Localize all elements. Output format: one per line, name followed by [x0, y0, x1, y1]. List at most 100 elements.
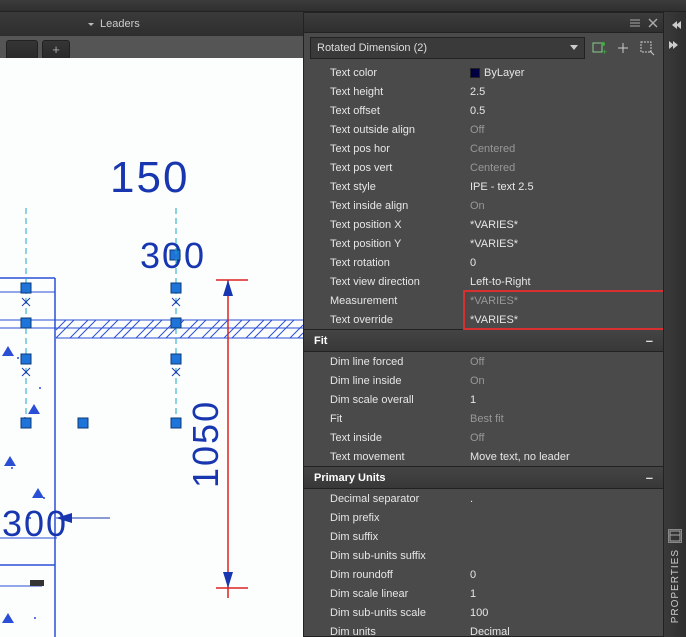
prop-value[interactable]: Off: [466, 356, 663, 368]
prop-text_movement[interactable]: Text movementMove text, no leader: [304, 447, 663, 466]
prop-value[interactable]: Off: [466, 124, 663, 136]
prop-value[interactable]: On: [466, 375, 663, 387]
grip: [170, 250, 180, 260]
prop-value[interactable]: *VARIES*: [466, 314, 663, 326]
prop-dim_scale_overall[interactable]: Dim scale overall1: [304, 390, 663, 409]
new-tab-button[interactable]: +: [42, 40, 70, 58]
collapse-left-icon[interactable]: [668, 18, 682, 32]
prop-value[interactable]: ByLayer: [466, 67, 663, 79]
prop-value[interactable]: Centered: [466, 162, 663, 174]
prop-text_pos_hor[interactable]: Text pos horCentered: [304, 139, 663, 158]
drawing-tab[interactable]: [6, 40, 38, 58]
prop-text_inside_align[interactable]: Text inside alignOn: [304, 196, 663, 215]
prop-label: Text view direction: [304, 276, 466, 288]
properties-icon[interactable]: [668, 529, 682, 543]
prop-value[interactable]: IPE - text 2.5: [466, 181, 663, 193]
drawing-area: Leaders +: [0, 12, 303, 637]
collapse-right-icon[interactable]: [668, 38, 682, 52]
prop-dim_line_inside[interactable]: Dim line insideOn: [304, 371, 663, 390]
prop-value[interactable]: Move text, no leader: [466, 451, 663, 463]
prop-value[interactable]: *VARIES*: [466, 219, 663, 231]
prop-text_outside_align[interactable]: Text outside alignOff: [304, 120, 663, 139]
prop-label: Measurement: [304, 295, 466, 307]
pickadd-button[interactable]: [613, 38, 633, 58]
prop-value[interactable]: 2.5: [466, 86, 663, 98]
prop-dim_scale_linear[interactable]: Dim scale linear1: [304, 584, 663, 603]
panel-menu-icon[interactable]: [627, 15, 643, 31]
prop-label: Dim prefix: [304, 512, 466, 524]
prop-label: Text position Y: [304, 238, 466, 250]
prop-value[interactable]: .: [466, 493, 663, 505]
prop-value[interactable]: 1: [466, 394, 663, 406]
prop-value[interactable]: 1: [466, 588, 663, 600]
selection-type-text: Rotated Dimension (2): [317, 42, 427, 54]
panel-close-icon[interactable]: [645, 15, 661, 31]
svg-text:+: +: [602, 47, 607, 56]
prop-label: Dim scale linear: [304, 588, 466, 600]
prop-label: Text movement: [304, 451, 466, 463]
prop-label: Decimal separator: [304, 493, 466, 505]
prop-text_view_direction[interactable]: Text view directionLeft-to-Right: [304, 272, 663, 291]
expand-icon: [88, 23, 94, 26]
window-toolbar: [0, 0, 686, 12]
prop-value[interactable]: 0.5: [466, 105, 663, 117]
properties-tab-label[interactable]: PROPERTIES: [670, 549, 681, 623]
prop-dim_suffix[interactable]: Dim suffix: [304, 527, 663, 546]
dim-300-left: 300: [2, 503, 68, 544]
prop-label: Text style: [304, 181, 466, 193]
ribbon-group-label: Leaders: [100, 18, 140, 30]
prop-measurement[interactable]: Measurement*VARIES*: [304, 291, 663, 310]
prop-text_position_x[interactable]: Text position X*VARIES*: [304, 215, 663, 234]
chevron-down-icon: [570, 42, 578, 54]
drawing-tab-bar: +: [0, 36, 303, 58]
prop-text_position_y[interactable]: Text position Y*VARIES*: [304, 234, 663, 253]
prop-dim_sub_units_suffix[interactable]: Dim sub-units suffix: [304, 546, 663, 565]
prop-decimal_separator[interactable]: Decimal separator.: [304, 489, 663, 508]
select-objects-button[interactable]: [637, 38, 657, 58]
prop-value[interactable]: Decimal: [466, 626, 663, 637]
prop-dim_roundoff[interactable]: Dim roundoff0: [304, 565, 663, 584]
prop-label: Dim line inside: [304, 375, 466, 387]
prop-text_style[interactable]: Text styleIPE - text 2.5: [304, 177, 663, 196]
prop-value[interactable]: Centered: [466, 143, 663, 155]
prop-value[interactable]: Left-to-Right: [466, 276, 663, 288]
prop-label: Text outside align: [304, 124, 466, 136]
prop-text_pos_vert[interactable]: Text pos vertCentered: [304, 158, 663, 177]
prop-value[interactable]: 0: [466, 569, 663, 581]
prop-value[interactable]: 100: [466, 607, 663, 619]
prop-text_height[interactable]: Text height2.5: [304, 82, 663, 101]
quick-select-button[interactable]: +: [589, 38, 609, 58]
prop-value[interactable]: On: [466, 200, 663, 212]
prop-dim_sub_units_scale[interactable]: Dim sub-units scale100: [304, 603, 663, 622]
prop-value[interactable]: *VARIES*: [466, 295, 663, 307]
prop-text_rotation[interactable]: Text rotation0: [304, 253, 663, 272]
prop-label: Dim sub-units suffix: [304, 550, 466, 562]
drawing-canvas[interactable]: 1050 300 300 150: [0, 58, 303, 637]
prop-dim_line_forced[interactable]: Dim line forcedOff: [304, 352, 663, 371]
symbol: [30, 580, 44, 586]
prop-text_inside[interactable]: Text insideOff: [304, 428, 663, 447]
prop-label: Text position X: [304, 219, 466, 231]
prop-label: Fit: [304, 413, 466, 425]
prop-label: Text inside: [304, 432, 466, 444]
section-fit[interactable]: Fit–: [304, 329, 663, 352]
prop-value[interactable]: 0: [466, 257, 663, 269]
prop-value[interactable]: Off: [466, 432, 663, 444]
prop-value[interactable]: *VARIES*: [466, 238, 663, 250]
prop-text_color[interactable]: Text colorByLayer: [304, 63, 663, 82]
prop-text_override[interactable]: Text override*VARIES*: [304, 310, 663, 329]
prop-text_offset[interactable]: Text offset0.5: [304, 101, 663, 120]
prop-label: Text pos vert: [304, 162, 466, 174]
ribbon-panel-leaders[interactable]: Leaders: [0, 12, 303, 36]
dim-150: 150: [110, 153, 189, 202]
dim-1050: 1050: [185, 400, 226, 488]
prop-dim_prefix[interactable]: Dim prefix: [304, 508, 663, 527]
prop-value[interactable]: Best fit: [466, 413, 663, 425]
selection-type-dropdown[interactable]: Rotated Dimension (2): [310, 37, 585, 59]
prop-label: Dim scale overall: [304, 394, 466, 406]
color-swatch: [470, 68, 480, 78]
section-primary-units[interactable]: Primary Units–: [304, 466, 663, 489]
prop-dim_units[interactable]: Dim unitsDecimal: [304, 622, 663, 636]
prop-label: Text rotation: [304, 257, 466, 269]
prop-fit[interactable]: FitBest fit: [304, 409, 663, 428]
